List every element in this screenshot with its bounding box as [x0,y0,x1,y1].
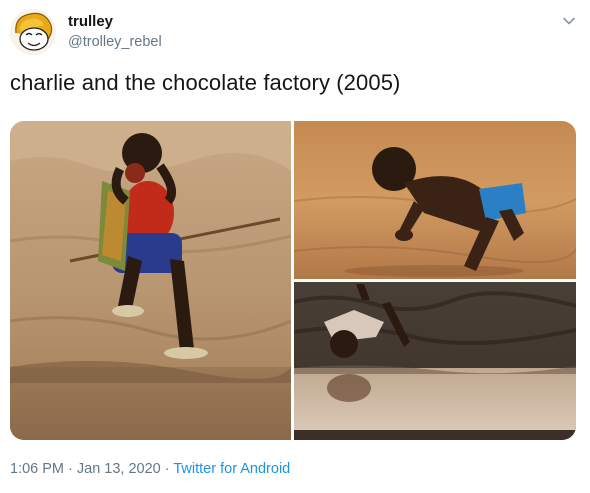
meta-separator: · [64,461,77,477]
media-grid [10,121,576,440]
tweet-source-link[interactable]: Twitter for Android [173,461,290,477]
tweet-menu-button[interactable] [560,12,578,30]
photo-child-drinking-river[interactable] [294,121,576,279]
tweet-date[interactable]: Jan 13, 2020 [77,461,161,477]
tweet-meta: 1:06 PM · Jan 13, 2020 · Twitter for And… [10,461,290,477]
user-avatar[interactable] [10,9,56,55]
cartoon-face-avatar-icon [10,9,56,55]
user-handle[interactable]: @trolley_rebel [68,34,162,50]
user-name[interactable]: trulley [68,13,113,30]
photo-1-image [10,121,291,440]
photo-3-image [294,282,576,440]
tweet-time[interactable]: 1:06 PM [10,461,64,477]
meta-separator: · [160,461,174,477]
tweet-text: charlie and the chocolate factory (2005) [10,70,401,95]
photo-2-image [294,121,576,279]
photo-child-drinking-cup[interactable] [10,121,291,440]
photo-child-lying-puddle[interactable] [294,282,576,440]
chevron-down-icon [563,17,575,25]
